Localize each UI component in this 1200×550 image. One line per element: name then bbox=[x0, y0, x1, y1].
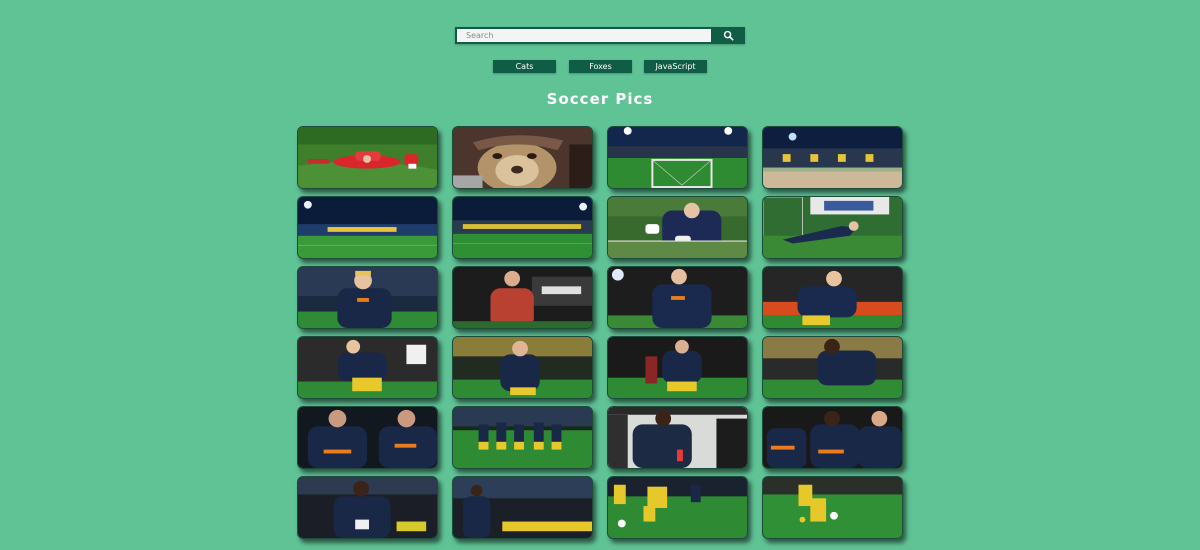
photo-stadium-night-1[interactable] bbox=[297, 196, 438, 259]
photo-player-warmup-1[interactable] bbox=[297, 266, 438, 329]
category-buttons: Cats Foxes JavaScript bbox=[0, 60, 1200, 73]
photo-goalkeeper-dive[interactable] bbox=[762, 196, 903, 259]
photo-player-warmup-2[interactable] bbox=[607, 266, 748, 329]
page-title: Soccer Pics bbox=[546, 90, 654, 108]
photo-stadium-stand[interactable] bbox=[762, 126, 903, 189]
search-button[interactable] bbox=[711, 27, 745, 44]
photo-players-training-1[interactable] bbox=[607, 476, 748, 539]
photo-lion-mascot[interactable] bbox=[452, 126, 593, 189]
photo-player-down[interactable] bbox=[297, 126, 438, 189]
search-bar bbox=[455, 27, 745, 44]
photo-players-group-2[interactable] bbox=[762, 406, 903, 469]
photo-player-walking[interactable] bbox=[452, 336, 593, 399]
photo-player-running-1[interactable] bbox=[297, 336, 438, 399]
photo-goalkeeper-gloves[interactable] bbox=[607, 196, 748, 259]
photo-player-running-3[interactable] bbox=[762, 336, 903, 399]
photo-players-training-2[interactable] bbox=[762, 476, 903, 539]
photo-gallery bbox=[297, 126, 905, 539]
photo-player-running-2[interactable] bbox=[607, 336, 748, 399]
photo-coach-red[interactable] bbox=[452, 266, 593, 329]
photo-player-bench-2[interactable] bbox=[452, 476, 593, 539]
foxes-button[interactable]: Foxes bbox=[569, 60, 632, 73]
photo-stadium-night-2[interactable] bbox=[452, 196, 593, 259]
cats-button[interactable]: Cats bbox=[493, 60, 556, 73]
photo-stadium-goal[interactable] bbox=[607, 126, 748, 189]
photo-player-bench-1[interactable] bbox=[297, 476, 438, 539]
photo-player-warmup-3[interactable] bbox=[762, 266, 903, 329]
search-icon bbox=[723, 30, 734, 41]
search-input[interactable] bbox=[455, 27, 711, 44]
javascript-button[interactable]: JavaScript bbox=[644, 60, 707, 73]
photo-players-group-1[interactable] bbox=[297, 406, 438, 469]
photo-team-warmup[interactable] bbox=[452, 406, 593, 469]
photo-player-back[interactable] bbox=[607, 406, 748, 469]
